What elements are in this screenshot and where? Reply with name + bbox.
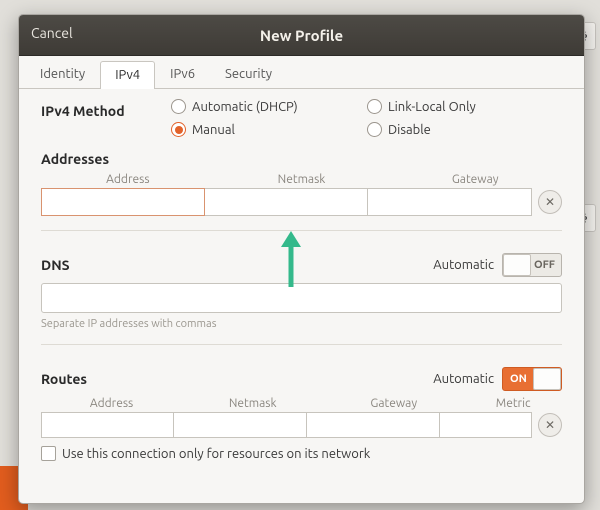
dns-automatic-label: Automatic <box>433 258 494 272</box>
routes-automatic-switch[interactable]: ON <box>502 367 562 391</box>
radio-disable[interactable]: Disable <box>367 122 537 137</box>
routes-automatic-label: Automatic <box>433 372 494 386</box>
tab-bar: Identity IPv4 IPv6 Security <box>19 56 584 89</box>
route-netmask-input[interactable] <box>174 412 307 438</box>
close-icon: ✕ <box>545 418 555 432</box>
radio-link-local-only[interactable]: Link-Local Only <box>367 99 537 114</box>
dialog-body: IPv4 Method Automatic (DHCP) Link-Local … <box>19 89 584 461</box>
dialog-title: New Profile <box>260 27 343 44</box>
only-resources-checkbox[interactable] <box>41 446 56 461</box>
close-icon: ✕ <box>545 195 555 209</box>
routes-header: Address Netmask Gateway Metric <box>41 397 562 410</box>
route-address-input[interactable] <box>41 412 174 438</box>
ipv4-method-label: IPv4 Method <box>41 103 171 119</box>
dns-input[interactable] <box>41 283 562 313</box>
col-netmask: Netmask <box>215 173 389 186</box>
new-profile-dialog: Cancel New Profile Identity IPv4 IPv6 Se… <box>18 14 585 504</box>
radio-label: Link-Local Only <box>388 100 476 114</box>
radio-label: Manual <box>192 123 235 137</box>
gateway-input[interactable] <box>368 188 532 216</box>
col-gateway: Gateway <box>388 173 562 186</box>
radio-automatic-dhcp[interactable]: Automatic (DHCP) <box>171 99 361 114</box>
divider <box>41 344 562 345</box>
route-gateway-input[interactable] <box>307 412 440 438</box>
delete-row-button[interactable]: ✕ <box>538 413 562 437</box>
dns-label: DNS <box>41 257 70 273</box>
tab-identity[interactable]: Identity <box>25 60 100 88</box>
route-metric-input[interactable] <box>440 412 532 438</box>
dialog-header: Cancel New Profile <box>19 15 584 56</box>
address-input[interactable] <box>41 188 205 216</box>
tab-ipv4[interactable]: IPv4 <box>100 61 155 89</box>
radio-label: Disable <box>388 123 431 137</box>
switch-on-text: ON <box>510 373 527 385</box>
addresses-label: Addresses <box>41 151 562 167</box>
divider <box>41 230 562 231</box>
col-address: Address <box>41 397 182 410</box>
col-metric: Metric <box>464 397 562 410</box>
address-row: ✕ <box>41 188 562 216</box>
tab-security[interactable]: Security <box>210 60 287 88</box>
route-row: ✕ <box>41 412 562 438</box>
col-netmask: Netmask <box>182 397 323 410</box>
radio-label: Automatic (DHCP) <box>192 100 298 114</box>
routes-label: Routes <box>41 371 87 387</box>
col-address: Address <box>41 173 215 186</box>
delete-row-button[interactable]: ✕ <box>538 190 562 214</box>
dns-hint: Separate IP addresses with commas <box>41 318 562 330</box>
ipv4-method-options: Automatic (DHCP) Link-Local Only Manual … <box>171 99 537 137</box>
col-gateway: Gateway <box>323 397 464 410</box>
addresses-header: Address Netmask Gateway <box>41 173 562 186</box>
dns-automatic-switch[interactable]: OFF <box>502 253 562 277</box>
netmask-input[interactable] <box>205 188 369 216</box>
cancel-button[interactable]: Cancel <box>31 25 73 41</box>
tab-ipv6[interactable]: IPv6 <box>155 60 210 88</box>
radio-manual[interactable]: Manual <box>171 122 361 137</box>
only-resources-label: Use this connection only for resources o… <box>62 447 370 461</box>
switch-off-text: OFF <box>534 259 555 271</box>
